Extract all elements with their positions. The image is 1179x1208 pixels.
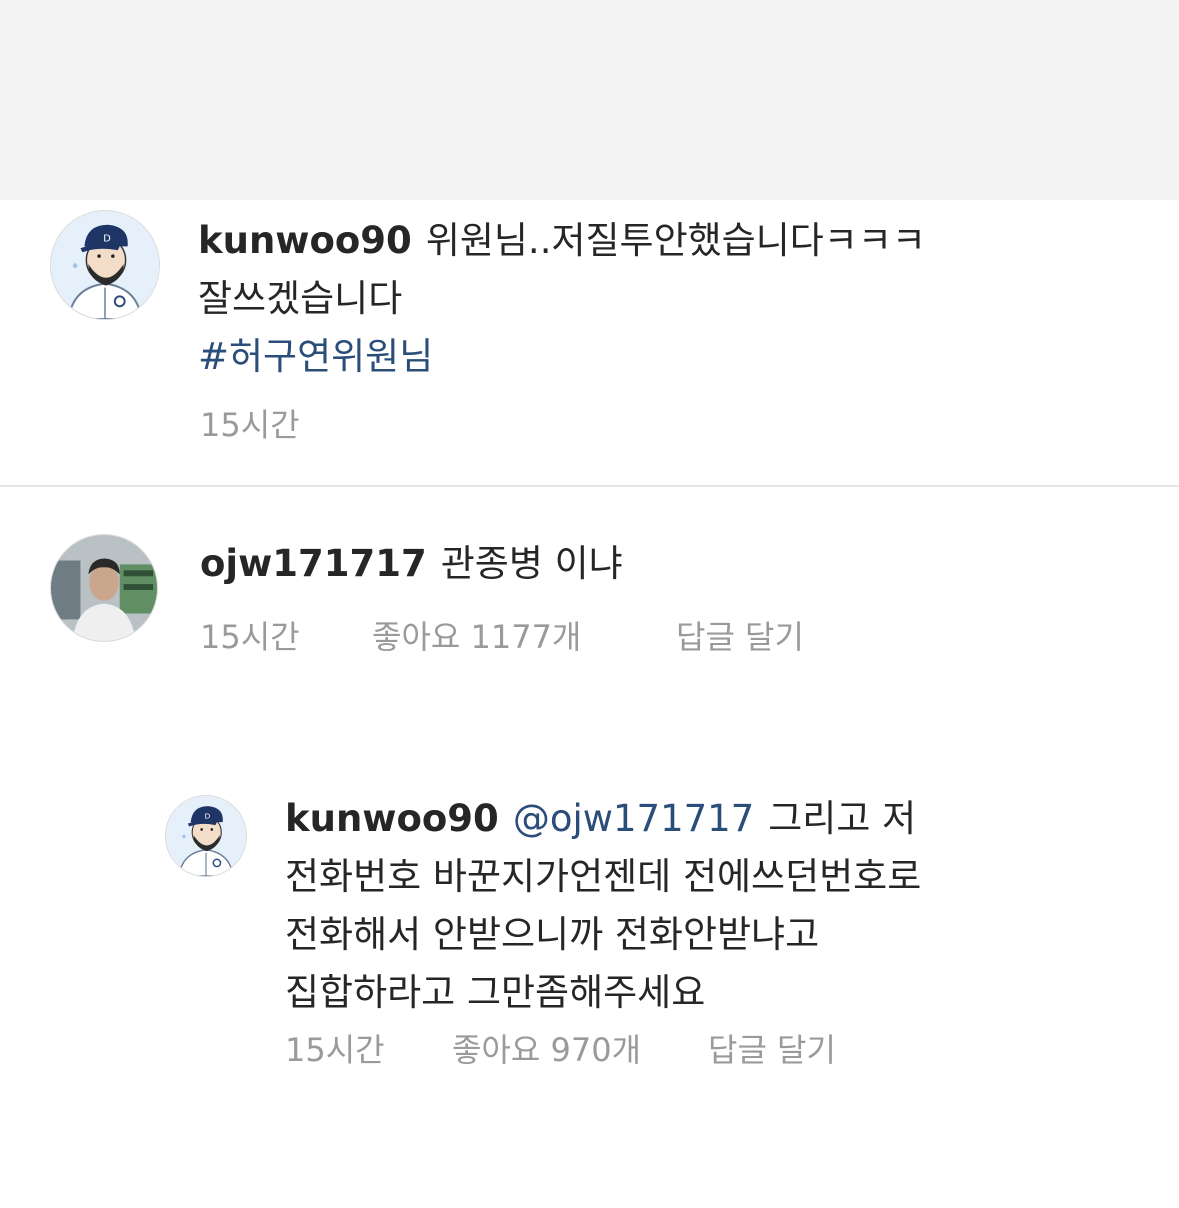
reply-first-line: kunwoo90 @ojw171717 그리고 저 [285,790,921,848]
post-first-line: kunwoo90 위원님..저질투안했습니다ㅋㅋㅋ [198,212,926,270]
ojw171717-avatar[interactable] [50,534,158,642]
comment-likes[interactable]: 좋아요 1177개 [372,612,581,658]
comment-time: 15시간 [200,618,300,656]
kunwoo90-avatar[interactable]: D [50,210,160,320]
reply-time: 15시간 [285,1031,385,1069]
comment-meta: 15시간 좋아요 1177개 답글 달기 [200,612,900,656]
post-username[interactable]: kunwoo90 [198,219,412,262]
comment-text: 관종병 이냐 [440,542,623,585]
comment-reply-button[interactable]: 답글 달기 [676,612,804,658]
reply-mention-link[interactable]: @ojw171717 [513,797,754,840]
cartoon-avatar-icon: D [166,796,246,876]
reply-text-line2: 전화번호 바꾼지가언젠데 전에쓰던번호로 [285,855,922,898]
top-blank-area [0,0,1179,200]
cartoon-avatar-icon: D [51,211,159,319]
reply-text-line4: 집합하라고 그만좀해주세요 [285,971,706,1014]
reply-text-line1: 그리고 저 [768,797,917,840]
svg-text:D: D [205,812,211,821]
reply-meta: 15시간 좋아요 970개 답글 달기 [285,1025,985,1069]
post-meta: 15시간 [200,400,400,444]
post-time: 15시간 [200,406,300,444]
comments-section: ojw171717 관종병 이냐 15시간 좋아요 1177개 답글 달기 D k… [0,487,1179,1208]
svg-text:D: D [103,233,111,244]
post-text-line1: 위원님..저질투안했습니다ㅋㅋㅋ [425,219,926,262]
post-caption: D kunwoo90 위원님..저질투안했습니다ㅋㅋㅋ 잘쓰겠습니다 #허구연위원… [0,200,1179,485]
reply-username[interactable]: kunwoo90 [285,797,499,840]
post-hashtag-link[interactable]: #허구연위원님 [198,335,433,378]
profile-photo-icon [51,535,157,641]
reply-avatar[interactable]: D [165,795,247,877]
reply-reply-button[interactable]: 답글 달기 [708,1025,836,1071]
comment-username[interactable]: ojw171717 [200,542,427,585]
post-text-line2: 잘쓰겠습니다 [198,277,403,320]
reply-likes[interactable]: 좋아요 970개 [452,1025,641,1071]
comment-first-line: ojw171717 관종병 이냐 [200,535,623,593]
reply-text-line3: 전화해서 안받으니까 전화안받냐고 [285,913,820,956]
